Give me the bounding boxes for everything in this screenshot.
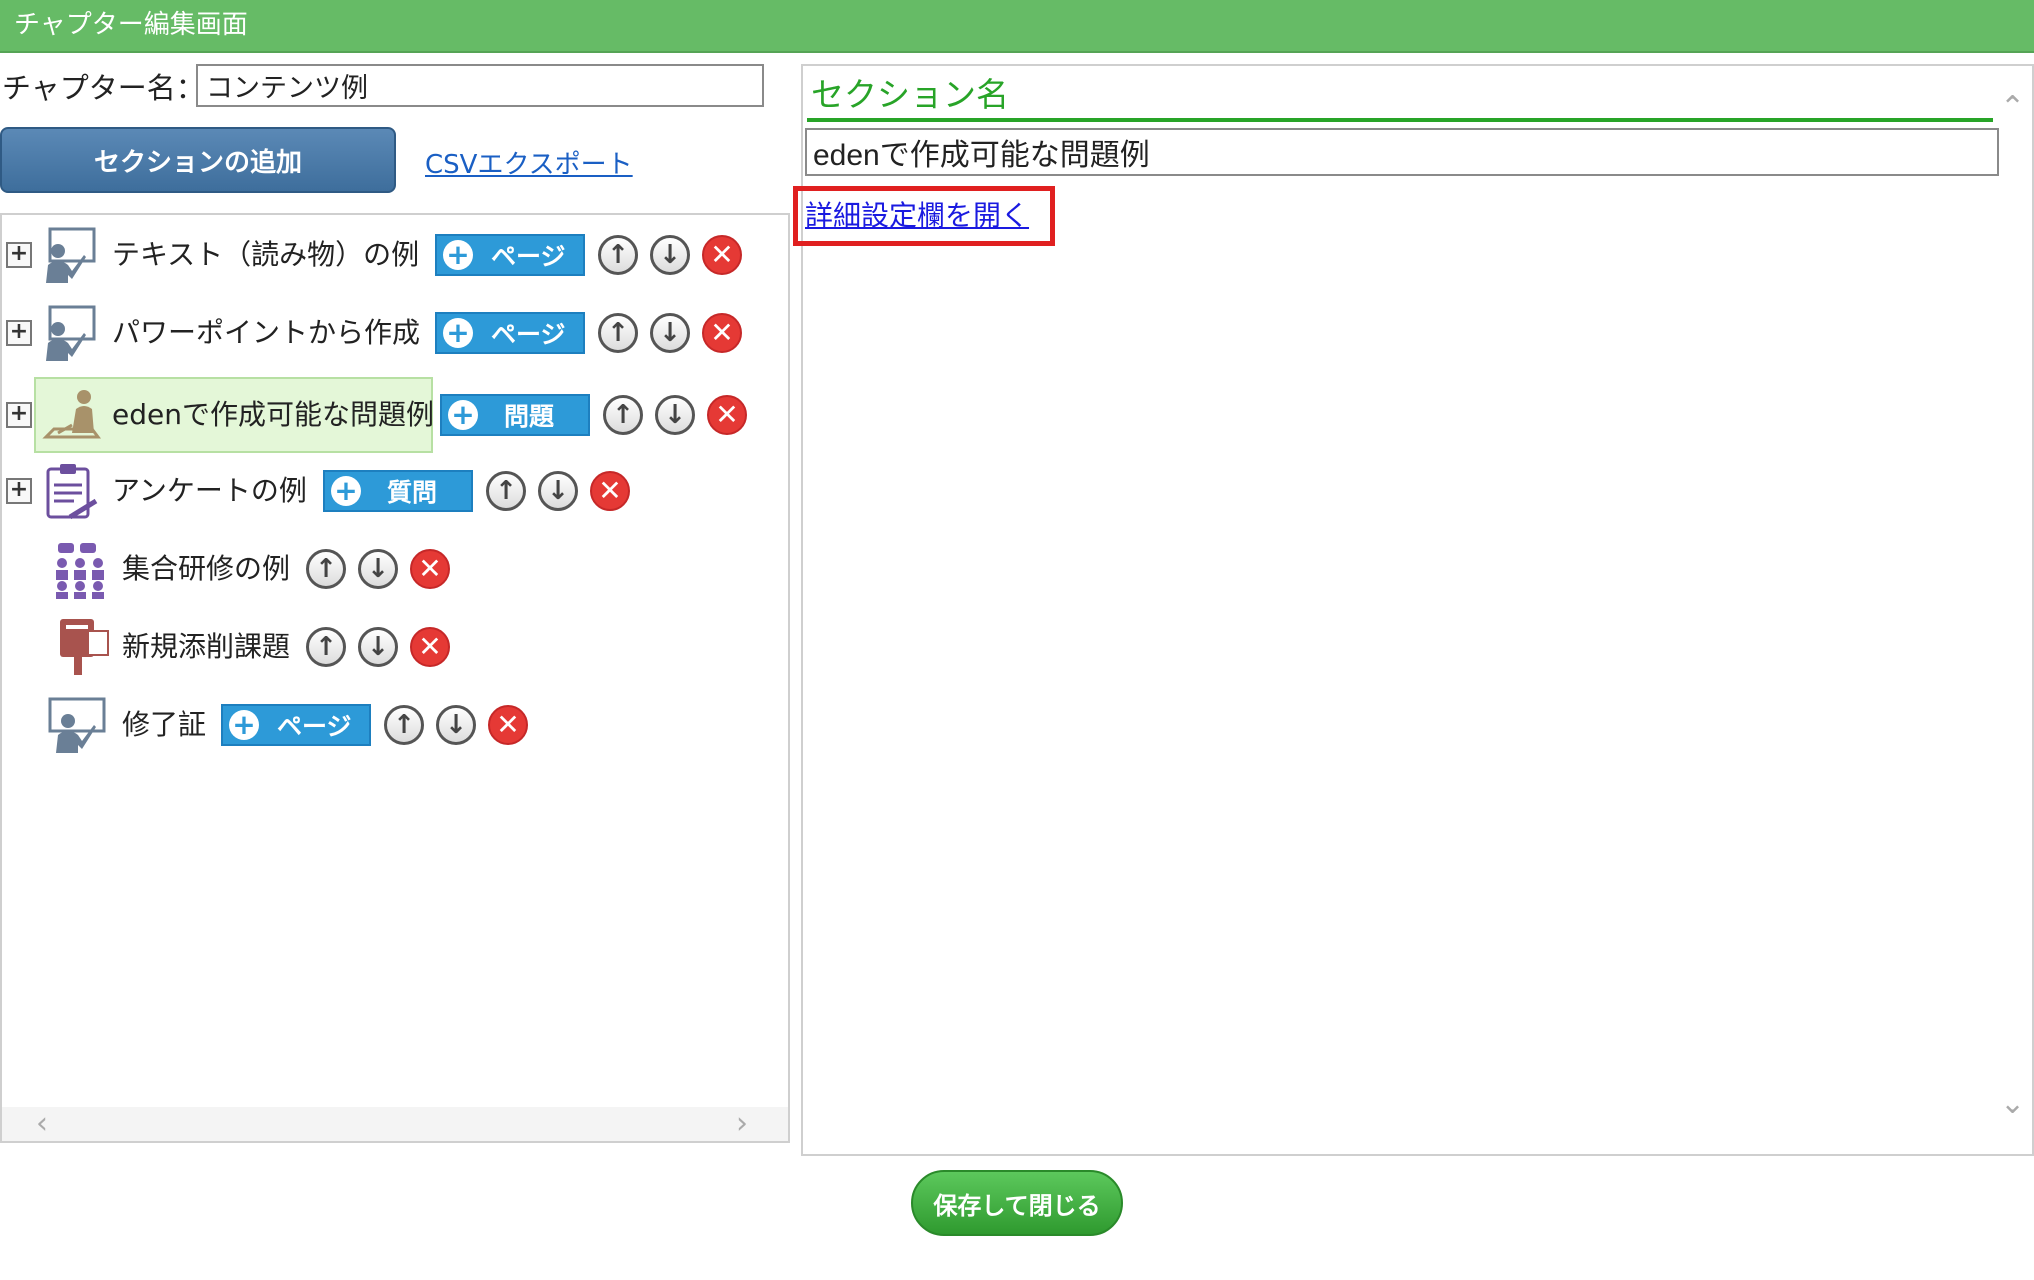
tree-item-survey[interactable]: + アンケートの例 + 質問 ↑ ↓ ✕ (2, 461, 782, 521)
window-title: チャプター編集画面 (0, 0, 2034, 53)
plus-icon: + (443, 240, 473, 270)
move-up-icon[interactable]: ↑ (306, 549, 346, 589)
presentation-icon (48, 697, 106, 753)
scroll-up-icon[interactable]: ⌃ (2000, 90, 2025, 125)
add-button-label: 質問 (387, 478, 438, 507)
tree-item-eden-questions[interactable]: + edenで作成可能な問題例 + 問題 ↑ ↓ ✕ (2, 375, 782, 455)
tree-item-label[interactable]: テキスト（読み物）の例 (112, 233, 419, 273)
chapter-name-input[interactable] (196, 64, 764, 107)
presentation-icon (46, 227, 96, 283)
plus-icon: + (331, 476, 361, 506)
section-name-input[interactable] (805, 128, 1999, 176)
add-page-button[interactable]: + ページ (435, 312, 585, 354)
move-up-icon[interactable]: ↑ (306, 627, 346, 667)
delete-icon[interactable]: ✕ (707, 395, 747, 435)
section-tree-panel: + テキスト（読み物）の例 + ページ ↑ ↓ ✕ + パワーポイントから作成 … (0, 213, 790, 1143)
vertical-scrollbar[interactable]: ⌃ ⌄ (1996, 66, 2032, 1154)
chapter-name-row: チャプター名： (0, 64, 764, 108)
move-down-icon[interactable]: ↓ (650, 235, 690, 275)
add-page-button[interactable]: + ページ (221, 704, 371, 746)
add-button-label: 問題 (504, 402, 555, 431)
expand-icon[interactable]: + (6, 320, 32, 346)
move-down-icon[interactable]: ↓ (650, 313, 690, 353)
move-down-icon[interactable]: ↓ (436, 705, 476, 745)
csv-export-link[interactable]: CSVエクスポート (425, 144, 633, 181)
scroll-right-icon[interactable]: › (736, 1107, 748, 1141)
plus-icon: + (443, 318, 473, 348)
move-up-icon[interactable]: ↑ (598, 313, 638, 353)
clipboard-icon (46, 464, 98, 520)
move-down-icon[interactable]: ↓ (655, 395, 695, 435)
scroll-down-icon[interactable]: ⌄ (2000, 1086, 2025, 1121)
move-down-icon[interactable]: ↓ (358, 549, 398, 589)
delete-icon[interactable]: ✕ (590, 471, 630, 511)
expand-icon[interactable]: + (6, 242, 32, 268)
add-button-label: ページ (277, 712, 352, 741)
group-training-icon (56, 543, 104, 599)
open-detail-settings-link[interactable]: 詳細設定欄を開く (805, 194, 1029, 234)
presentation-icon (46, 305, 96, 361)
add-button-label: ページ (491, 320, 566, 349)
section-title-underline (807, 118, 1993, 122)
tree-item-new-assignment[interactable]: 新規添削課題 ↑ ↓ ✕ (2, 617, 782, 677)
tree-item-text-example[interactable]: + テキスト（読み物）の例 + ページ ↑ ↓ ✕ (2, 225, 782, 285)
horizontal-scrollbar[interactable]: ‹ › (2, 1107, 788, 1141)
tree-item-label[interactable]: アンケートの例 (112, 469, 307, 509)
tree-item-label[interactable]: 集合研修の例 (122, 547, 290, 587)
delete-icon[interactable]: ✕ (410, 549, 450, 589)
delete-icon[interactable]: ✕ (702, 235, 742, 275)
plus-icon: + (448, 400, 478, 430)
section-name-title: セクション名 (811, 75, 1009, 114)
move-up-icon[interactable]: ↑ (598, 235, 638, 275)
save-and-close-button[interactable]: 保存して閉じる (911, 1170, 1123, 1236)
tree-item-label[interactable]: 修了証 (122, 703, 206, 743)
scroll-left-icon[interactable]: ‹ (36, 1107, 48, 1141)
move-down-icon[interactable]: ↓ (538, 471, 578, 511)
exam-desk-icon (42, 390, 101, 439)
tree-item-label[interactable]: edenで作成可能な問題例 (112, 393, 434, 433)
tree-item-certificate[interactable]: 修了証 + ページ ↑ ↓ ✕ (2, 695, 782, 755)
move-up-icon[interactable]: ↑ (603, 395, 643, 435)
postbox-icon (60, 619, 109, 675)
delete-icon[interactable]: ✕ (488, 705, 528, 745)
tree-item-group-training[interactable]: 集合研修の例 ↑ ↓ ✕ (2, 539, 782, 599)
section-detail-panel: セクション名 詳細設定欄を開く ⌃ ⌄ (793, 64, 2034, 1156)
plus-icon: + (229, 710, 259, 740)
add-survey-question-button[interactable]: + 質問 (323, 470, 473, 512)
chapter-name-label: チャプター名： (2, 71, 205, 105)
move-down-icon[interactable]: ↓ (358, 627, 398, 667)
add-page-button[interactable]: + ページ (435, 234, 585, 276)
add-section-button[interactable]: セクションの追加 (0, 127, 396, 193)
delete-icon[interactable]: ✕ (410, 627, 450, 667)
tree-item-label[interactable]: パワーポイントから作成 (112, 311, 420, 351)
move-up-icon[interactable]: ↑ (384, 705, 424, 745)
move-up-icon[interactable]: ↑ (486, 471, 526, 511)
expand-icon[interactable]: + (6, 402, 32, 428)
delete-icon[interactable]: ✕ (702, 313, 742, 353)
add-question-button[interactable]: + 問題 (440, 394, 590, 436)
tree-item-label[interactable]: 新規添削課題 (122, 625, 290, 665)
tree-item-powerpoint[interactable]: + パワーポイントから作成 + ページ ↑ ↓ ✕ (2, 303, 782, 363)
add-button-label: ページ (491, 242, 566, 271)
expand-icon[interactable]: + (6, 478, 32, 504)
